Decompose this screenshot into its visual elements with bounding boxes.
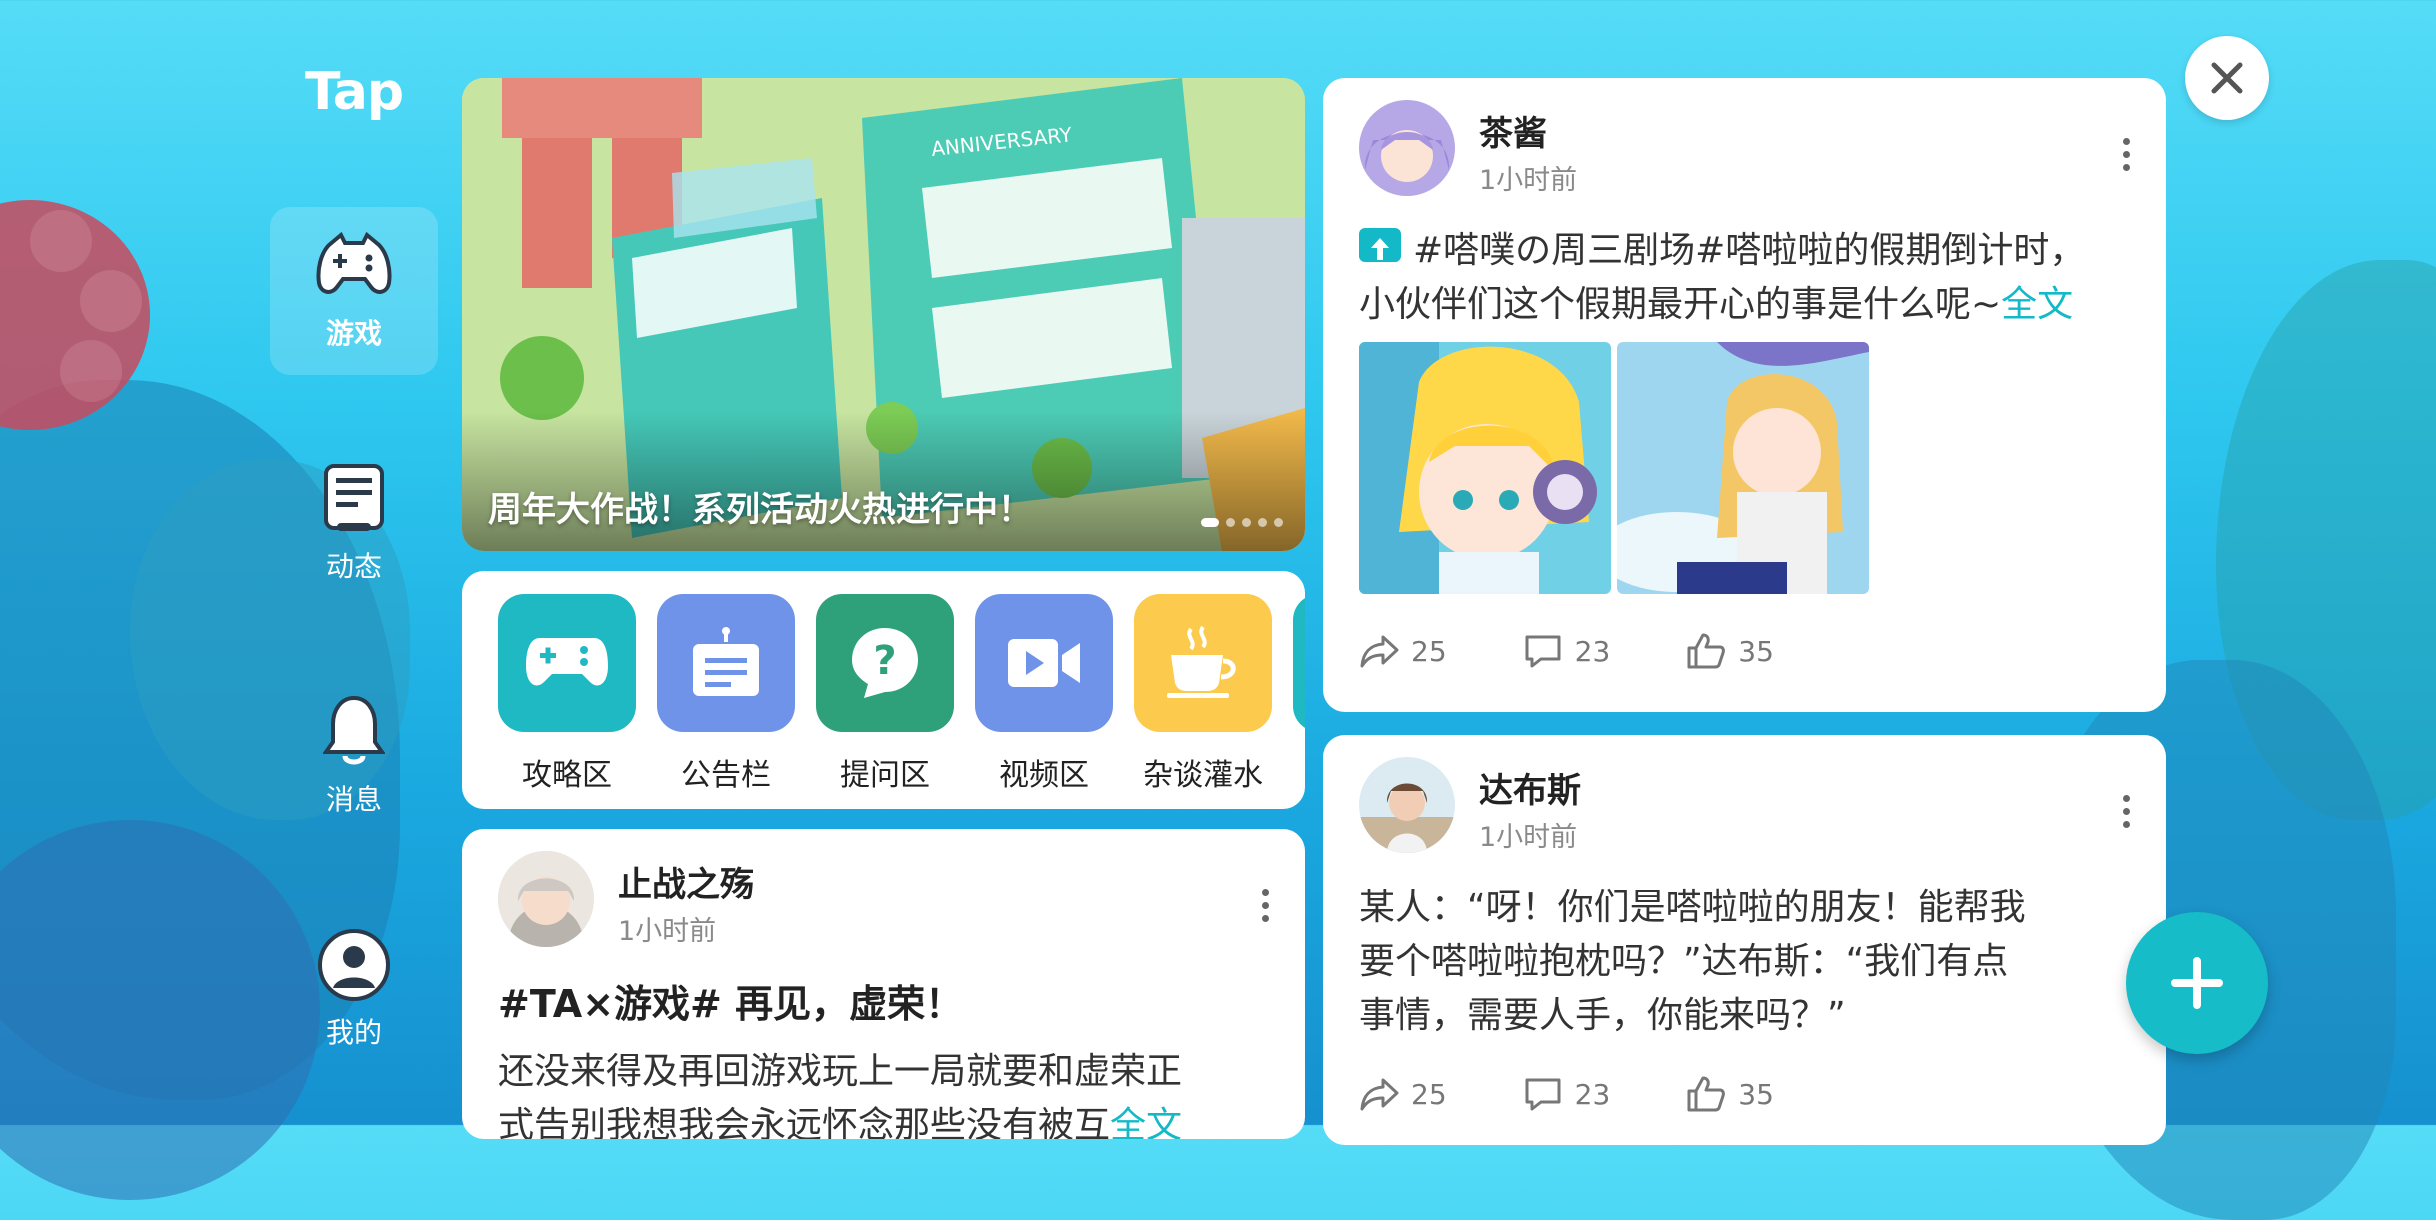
post-body: 某人：“呀！你们是嗒啦啦的朋友！能帮我 要个嗒啦啦抱枕吗？”达布斯：“我们有点 …: [1359, 881, 2139, 1043]
coffee-cup-icon: [1134, 594, 1272, 732]
post-actions: 25 23 35: [1359, 632, 1850, 670]
category-label: 攻略区: [522, 758, 612, 793]
sidebar-item-label: 我的: [325, 1016, 382, 1049]
post-card[interactable]: 茶酱 1小时前 #嗒噗の周三剧场#嗒啦啦的假期倒计时， 小伙伴们这个假期最开心的…: [1323, 78, 2166, 712]
category-tile-partial: [1293, 594, 1305, 732]
read-more-link[interactable]: 全文: [2001, 284, 2073, 325]
avatar[interactable]: [1359, 100, 1455, 196]
category-chat[interactable]: 杂谈灌水: [1134, 594, 1272, 794]
post-body-text: 式告别我想我会永远怀念那些没有被互: [498, 1105, 1111, 1139]
post-body-text: 小伙伴们这个假期最开心的事是什么呢~: [1359, 284, 2002, 325]
read-more-link[interactable]: 全文: [1110, 1105, 1182, 1139]
feed-icon: [315, 463, 393, 535]
post-author[interactable]: 茶酱: [1479, 106, 1547, 155]
post-title: #TA×游戏# 再见，虚荣！: [498, 982, 964, 1026]
category-guides[interactable]: 攻略区: [498, 594, 636, 794]
like-button[interactable]: 35: [1686, 632, 1774, 670]
post-time: 1小时前: [1479, 165, 1578, 196]
post-body-line: 小伙伴们这个假期最开心的事是什么呢~全文: [1359, 278, 2139, 332]
category-label: 提问区: [840, 758, 930, 793]
comment-icon: [1525, 635, 1561, 668]
share-count: 25: [1411, 634, 1447, 668]
post-body-line: 式告别我想我会永远怀念那些没有被互全文: [498, 1099, 1278, 1139]
sidebar-item-games[interactable]: 游戏: [270, 207, 438, 375]
post-time: 1小时前: [618, 916, 717, 947]
post-body: #嗒噗の周三剧场#嗒啦啦的假期倒计时， 小伙伴们这个假期最开心的事是什么呢~全文: [1359, 224, 2139, 332]
post-body-line: #嗒噗の周三剧场#嗒啦啦的假期倒计时，: [1359, 224, 2139, 278]
post-body-line: 还没来得及再回游戏玩上一局就要和虚荣正: [498, 1051, 1183, 1092]
pinned-up-icon: [1359, 228, 1401, 262]
share-icon: [1360, 1078, 1399, 1111]
post-author[interactable]: 达布斯: [1479, 763, 1581, 812]
event-banner[interactable]: ANNIVERSARY 周年大作战！系列活动火热进行中！: [462, 78, 1305, 551]
category-more[interactable]: [1293, 594, 1305, 732]
share-icon: [1360, 635, 1399, 668]
post-image[interactable]: [1617, 342, 1869, 594]
category-label: 视频区: [999, 758, 1089, 793]
category-label: 杂谈灌水: [1143, 758, 1263, 793]
create-post-button[interactable]: [2126, 912, 2268, 1054]
question-bubble-icon: ?: [816, 594, 954, 732]
comment-icon: [1525, 1078, 1561, 1111]
post-body-line: 某人：“呀！你们是嗒啦啦的朋友！能帮我: [1359, 887, 2026, 928]
pagination-dot-active[interactable]: [1201, 518, 1219, 527]
more-options-icon[interactable]: [2121, 138, 2131, 171]
comment-count: 23: [1574, 634, 1611, 668]
post-body-line: 要个嗒啦啦抱枕吗？”达布斯：“我们有点: [1359, 941, 2009, 982]
pagination-dot[interactable]: [1242, 518, 1251, 527]
more-options-icon[interactable]: [2121, 795, 2131, 828]
pagination-dot[interactable]: [1226, 518, 1235, 527]
comment-button[interactable]: 23: [1523, 1076, 1611, 1112]
avatar[interactable]: [498, 851, 594, 947]
like-count: 35: [1738, 1077, 1774, 1111]
like-button[interactable]: 35: [1686, 1075, 1774, 1113]
bell-icon: [315, 695, 393, 768]
category-shortcuts: 攻略区 公告栏 ? 提问区 视频区 杂谈灌水: [462, 571, 1305, 809]
post-card[interactable]: 达布斯 1小时前 某人：“呀！你们是嗒啦啦的朋友！能帮我 要个嗒啦啦抱枕吗？”达…: [1323, 735, 2166, 1145]
banner-caption: 周年大作战！系列活动火热进行中！: [488, 490, 1032, 530]
sidebar-item-messages[interactable]: 消息: [270, 673, 438, 841]
comment-button[interactable]: 23: [1523, 633, 1611, 669]
sidebar-item-label: 消息: [325, 783, 382, 816]
avatar[interactable]: [1359, 757, 1455, 853]
like-count: 35: [1738, 634, 1774, 668]
svg-text:?: ?: [873, 638, 896, 684]
share-button[interactable]: 25: [1359, 633, 1447, 669]
pagination-dot[interactable]: [1274, 518, 1283, 527]
user-icon: [315, 929, 393, 1001]
gamepad-icon: [498, 594, 636, 732]
category-announcements[interactable]: 公告栏: [657, 594, 795, 794]
plus-icon: [2171, 957, 2223, 1009]
post-author[interactable]: 止战之殇: [618, 857, 754, 906]
more-options-icon[interactable]: [1260, 889, 1270, 922]
close-icon: [2211, 62, 2243, 94]
sidebar-item-feed[interactable]: 动态: [270, 440, 438, 608]
thumbs-up-icon: [1687, 633, 1726, 669]
post-time: 1小时前: [1479, 822, 1578, 853]
sidebar-item-profile[interactable]: 我的: [270, 906, 438, 1074]
post-body-text: #嗒噗の周三剧场#嗒啦啦的假期倒计时，: [1413, 230, 2086, 271]
app-logo: Tap: [305, 62, 404, 122]
pagination-dot[interactable]: [1258, 518, 1267, 527]
comment-count: 23: [1574, 1077, 1611, 1111]
category-questions[interactable]: ? 提问区: [816, 594, 954, 794]
share-button[interactable]: 25: [1359, 1076, 1447, 1112]
post-image[interactable]: [1359, 342, 1611, 594]
category-label: 公告栏: [681, 758, 771, 793]
close-button[interactable]: [2185, 36, 2269, 120]
gamepad-icon: [315, 230, 393, 302]
sidebar-item-label: 动态: [325, 550, 382, 583]
post-body-line: 事情，需要人手，你能来吗？”: [1359, 995, 1846, 1036]
thumbs-up-icon: [1687, 1076, 1726, 1112]
post-actions: 25 23 35: [1359, 1075, 1850, 1113]
video-camera-icon: [975, 594, 1113, 732]
share-count: 25: [1411, 1077, 1447, 1111]
notice-board-icon: [657, 594, 795, 732]
category-videos[interactable]: 视频区: [975, 594, 1113, 794]
banner-pagination: [1201, 518, 1283, 527]
sidebar-item-label: 游戏: [325, 317, 382, 350]
post-card[interactable]: 止战之殇 1小时前 #TA×游戏# 再见，虚荣！ 还没来得及再回游戏玩上一局就要…: [462, 829, 1305, 1139]
